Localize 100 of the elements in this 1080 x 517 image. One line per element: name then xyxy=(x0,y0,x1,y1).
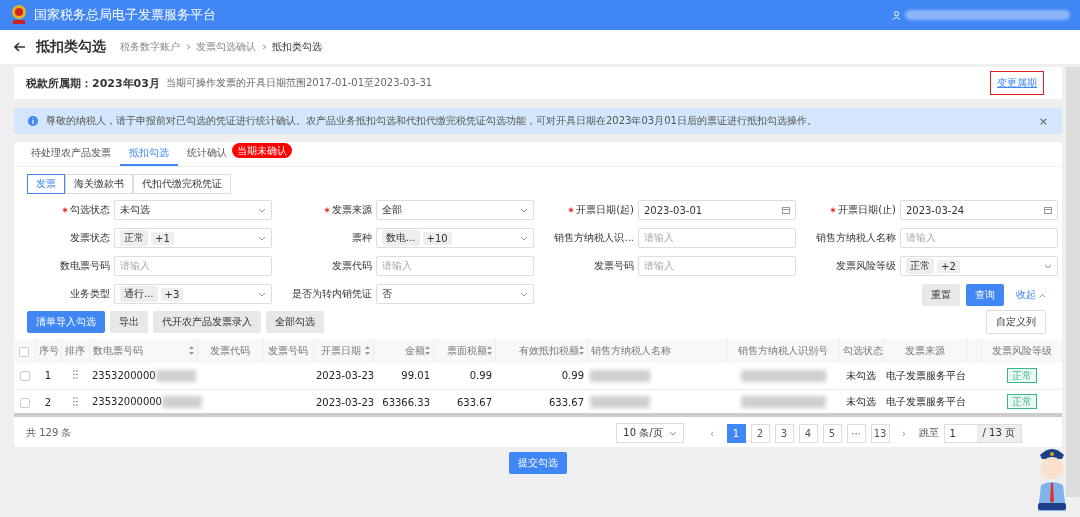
column-header: 发票风险等级 xyxy=(981,339,1062,363)
select-field[interactable]: 否 xyxy=(376,284,534,304)
calendar-icon xyxy=(782,206,790,214)
table-cell: 2023-03-23 xyxy=(316,396,375,408)
chevron-up-icon xyxy=(1039,291,1046,299)
table-cell: 23532000000 xyxy=(92,396,162,407)
page-button[interactable]: 3 xyxy=(774,423,794,443)
tab[interactable]: 抵扣勾选 xyxy=(120,142,178,166)
column-header: 票面税额 xyxy=(433,339,495,363)
field-label: 勾选状态 xyxy=(70,203,110,217)
document-type-tab[interactable]: 代扣代缴完税凭证 xyxy=(133,174,231,194)
table-cell: 0.99 xyxy=(561,370,584,382)
breadcrumb-item[interactable]: 税务数字账户 xyxy=(120,40,180,54)
toolbar-button[interactable]: 代开农产品发票录入 xyxy=(153,311,261,333)
page-button[interactable]: ··· xyxy=(846,423,866,443)
page-button[interactable]: 13 xyxy=(870,423,890,443)
field-label: 数电票号码 xyxy=(60,259,110,273)
chevron-icon xyxy=(668,429,677,437)
date-field[interactable]: 2023-03-24 xyxy=(900,200,1058,220)
page-jump-field[interactable]: 1 / 13 页 xyxy=(943,423,1022,443)
toolbar-button[interactable]: 全部勾选 xyxy=(266,311,324,333)
multi-select-field[interactable]: 正常 +2 xyxy=(900,256,1058,276)
page-count: / 13 页 xyxy=(976,424,1021,442)
column-header: 开票日期 xyxy=(313,339,373,363)
redacted-text xyxy=(590,396,650,408)
column-header: 销售方纳税人名称 xyxy=(587,339,727,363)
submit-button[interactable]: 提交勾选 xyxy=(509,452,567,474)
column-header: 金额 xyxy=(373,339,433,363)
table-cell: 2023-03-23 xyxy=(316,370,375,382)
table-cell: 2 xyxy=(44,396,52,408)
reset-button[interactable]: 重置 xyxy=(922,284,960,306)
toolbar-button[interactable]: 导出 xyxy=(110,311,148,333)
page-button[interactable]: 1 xyxy=(726,423,746,443)
date-field[interactable]: 2023-03-01 xyxy=(638,200,796,220)
field-label: 发票状态 xyxy=(70,231,110,245)
tag: +10 xyxy=(422,231,452,245)
tag: 正常 xyxy=(120,230,148,246)
back-arrow-icon[interactable] xyxy=(14,42,26,52)
scrollbar[interactable] xyxy=(1066,67,1080,497)
drag-handle-icon[interactable] xyxy=(72,396,78,406)
custom-columns-button[interactable]: 自定义列 xyxy=(986,310,1046,334)
multi-select-field[interactable]: 数电... +10 xyxy=(376,228,534,248)
page-button[interactable]: 4 xyxy=(798,423,818,443)
tax-period-label: 税款所属期：2023年03月 xyxy=(26,75,160,91)
column-header: 发票号码 xyxy=(263,339,313,363)
field-label: 是否为转内销凭证 xyxy=(292,287,372,301)
notice-badge: 当期未确认 xyxy=(232,143,292,158)
user-icon xyxy=(892,10,901,20)
row-checkbox[interactable] xyxy=(19,371,30,382)
tag: +3 xyxy=(160,287,184,301)
page-size-select[interactable]: 10 条/页 xyxy=(616,423,684,443)
column-header: 数电票号码 xyxy=(89,339,197,363)
field-label: 开票日期(止) xyxy=(838,203,896,217)
field-label: 发票来源 xyxy=(332,203,372,217)
multi-select-field[interactable]: 正常 +1 xyxy=(114,228,272,248)
field-label: 票种 xyxy=(352,231,372,245)
info-icon xyxy=(28,116,38,126)
risk-level-tag: 正常 xyxy=(1006,394,1037,409)
change-period-link[interactable]: 变更属期 xyxy=(990,71,1044,95)
table-cell: 2353200000 xyxy=(92,369,156,381)
toolbar-button[interactable]: 清单导入勾选 xyxy=(27,311,105,333)
table-cell: 99.01 xyxy=(401,370,430,382)
drag-handle-icon[interactable] xyxy=(72,370,78,380)
page-title: 抵扣类勾选 xyxy=(36,38,106,56)
column-header: 序号 xyxy=(35,339,61,363)
table-cell: 未勾选 xyxy=(846,369,876,381)
select-field[interactable]: 未勾选 xyxy=(114,200,272,220)
chevron-icon xyxy=(258,206,266,214)
column-header: 有效抵扣税额 xyxy=(495,339,587,363)
field-label: 业务类型 xyxy=(70,287,110,301)
field-label: 销售方纳税人识... xyxy=(554,231,634,245)
close-button[interactable]: × xyxy=(1038,114,1048,128)
chevron-icon xyxy=(261,44,267,50)
calendar-icon xyxy=(1044,206,1052,214)
field-label: 发票代码 xyxy=(332,259,372,273)
select-field[interactable]: 全部 xyxy=(376,200,534,220)
chevron-icon xyxy=(258,234,266,242)
redacted-text xyxy=(590,369,650,382)
field-label: 销售方纳税人名称 xyxy=(816,231,896,245)
multi-select-field[interactable]: 通行... +3 xyxy=(114,284,272,304)
tag: +2 xyxy=(937,259,960,273)
query-button[interactable]: 查询 xyxy=(966,284,1004,306)
page-button[interactable]: 2 xyxy=(750,423,770,443)
jump-label: 跳至 xyxy=(918,426,939,440)
table-cell: 1 xyxy=(44,370,52,382)
chevron-icon xyxy=(520,234,528,242)
tag: 数电... xyxy=(382,230,420,246)
date-range-note: 当期可操作发票的开具日期范围2017-01-01至2023-03-31 xyxy=(165,76,433,90)
document-type-tab[interactable]: 发票 xyxy=(27,174,65,194)
tag: +1 xyxy=(151,231,174,245)
select-all-checkbox[interactable] xyxy=(19,346,30,357)
redacted-text xyxy=(155,369,196,382)
document-type-tab[interactable]: 海关缴款书 xyxy=(65,174,133,194)
column-header: 发票代码 xyxy=(197,339,263,363)
breadcrumb-item[interactable]: 发票勾选确认 xyxy=(196,40,256,54)
row-checkbox[interactable] xyxy=(19,397,30,408)
page-button[interactable]: 5 xyxy=(822,423,842,443)
collapse-link[interactable]: 收起 xyxy=(1016,288,1046,302)
column-header: 发票来源 xyxy=(883,339,967,363)
tab[interactable]: 待处理农产品发票 xyxy=(22,142,120,166)
